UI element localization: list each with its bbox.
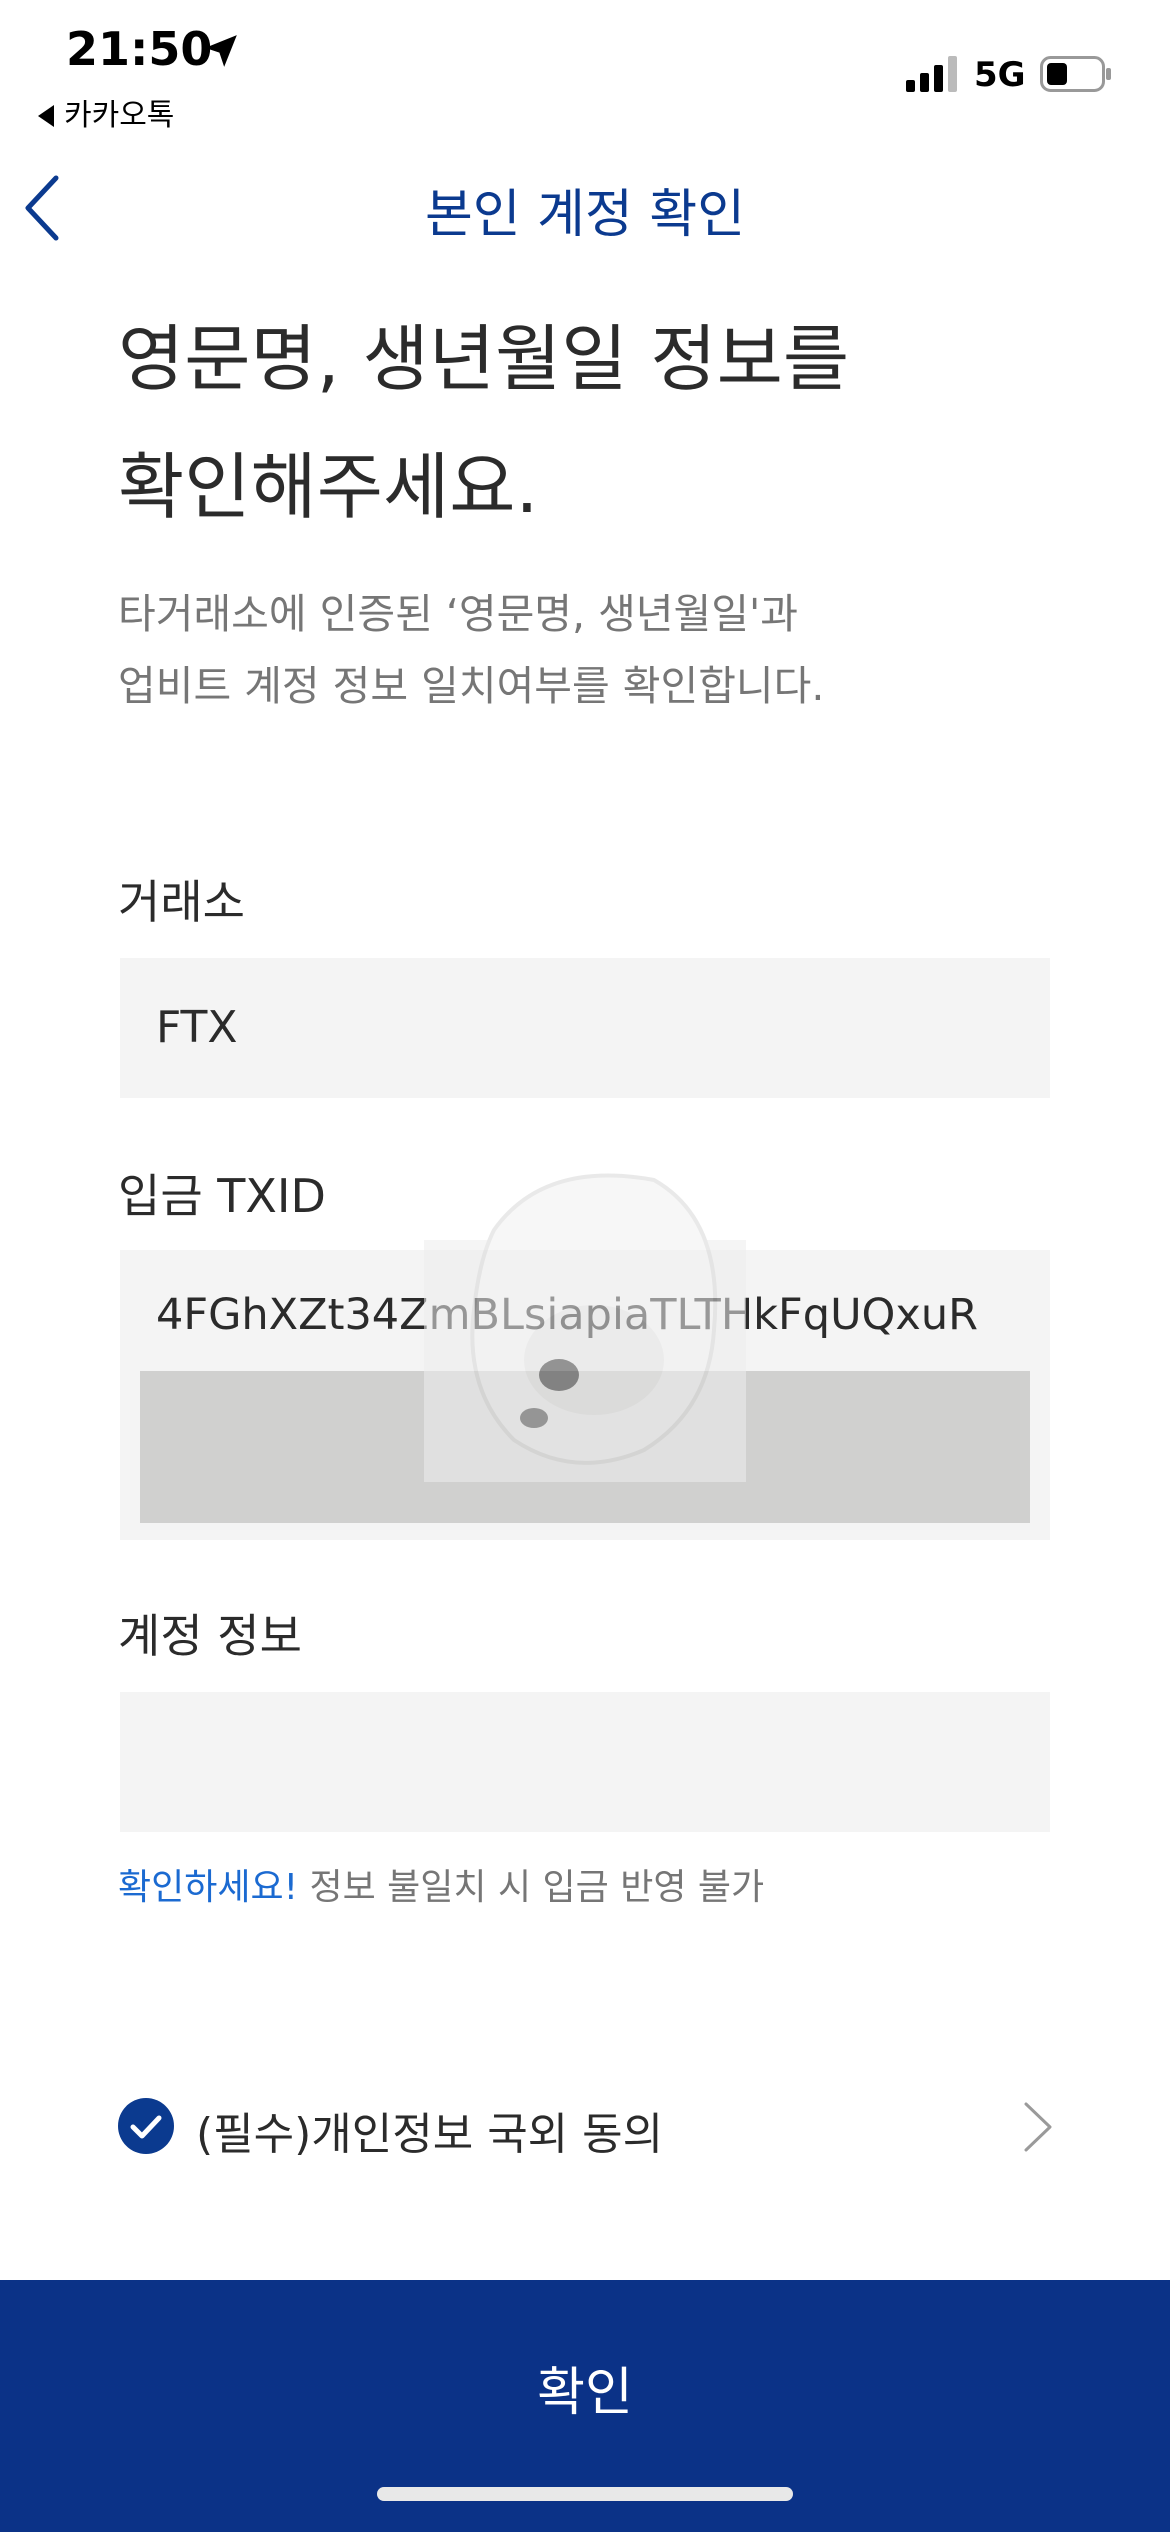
page-title: 본인 계정 확인 bbox=[424, 185, 746, 245]
battery-icon bbox=[1040, 56, 1111, 92]
back-app-label: 카카오톡 bbox=[64, 98, 175, 133]
headline-line-2: 확인해주세요. bbox=[118, 445, 539, 529]
description-line-2: 업비트 계정 정보 일치여부를 확인합니다. bbox=[118, 662, 825, 710]
dog-face-sticker bbox=[424, 1173, 746, 1482]
warning-text: 정보 불일치 시 입금 반영 불가 bbox=[309, 1867, 765, 1908]
headline: 영문명, 생년월일 정보를 확인해주세요. bbox=[118, 295, 1078, 551]
signal-strength-icon bbox=[906, 56, 957, 92]
exchange-label: 거래소 bbox=[118, 875, 245, 929]
description-line-1: 타거래소에 인증된 ‘영문명, 생년월일'과 bbox=[118, 590, 798, 638]
headline-line-1: 영문명, 생년월일 정보를 bbox=[118, 317, 850, 401]
account-info-field[interactable] bbox=[120, 1692, 1050, 1832]
description: 타거래소에 인증된 ‘영문명, 생년월일'과 업비트 계정 정보 일치여부를 확… bbox=[118, 578, 1078, 722]
consent-checkbox[interactable] bbox=[118, 2098, 174, 2154]
location-arrow-icon bbox=[205, 35, 237, 67]
status-time: 21:50 bbox=[66, 22, 213, 76]
account-info-label: 계정 정보 bbox=[118, 1609, 302, 1663]
network-type: 5G bbox=[974, 55, 1026, 95]
chevron-right-icon[interactable] bbox=[1018, 2098, 1058, 2156]
exchange-field[interactable]: FTX bbox=[120, 958, 1050, 1098]
txid-label: 입금 TXID bbox=[118, 1169, 326, 1223]
home-indicator[interactable] bbox=[377, 2487, 793, 2501]
exchange-value: FTX bbox=[156, 1002, 238, 1053]
mismatch-warning: 확인하세요! 정보 불일치 시 입금 반영 불가 bbox=[118, 1858, 764, 1910]
warning-highlight: 확인하세요! bbox=[118, 1867, 299, 1908]
checkmark-icon bbox=[130, 2115, 162, 2139]
confirm-button-label: 확인 bbox=[537, 2363, 633, 2423]
back-to-app-link[interactable]: 카카오톡 bbox=[38, 90, 174, 134]
consent-label[interactable]: (필수)개인정보 국외 동의 bbox=[196, 2098, 663, 2162]
back-triangle-icon bbox=[38, 105, 54, 127]
